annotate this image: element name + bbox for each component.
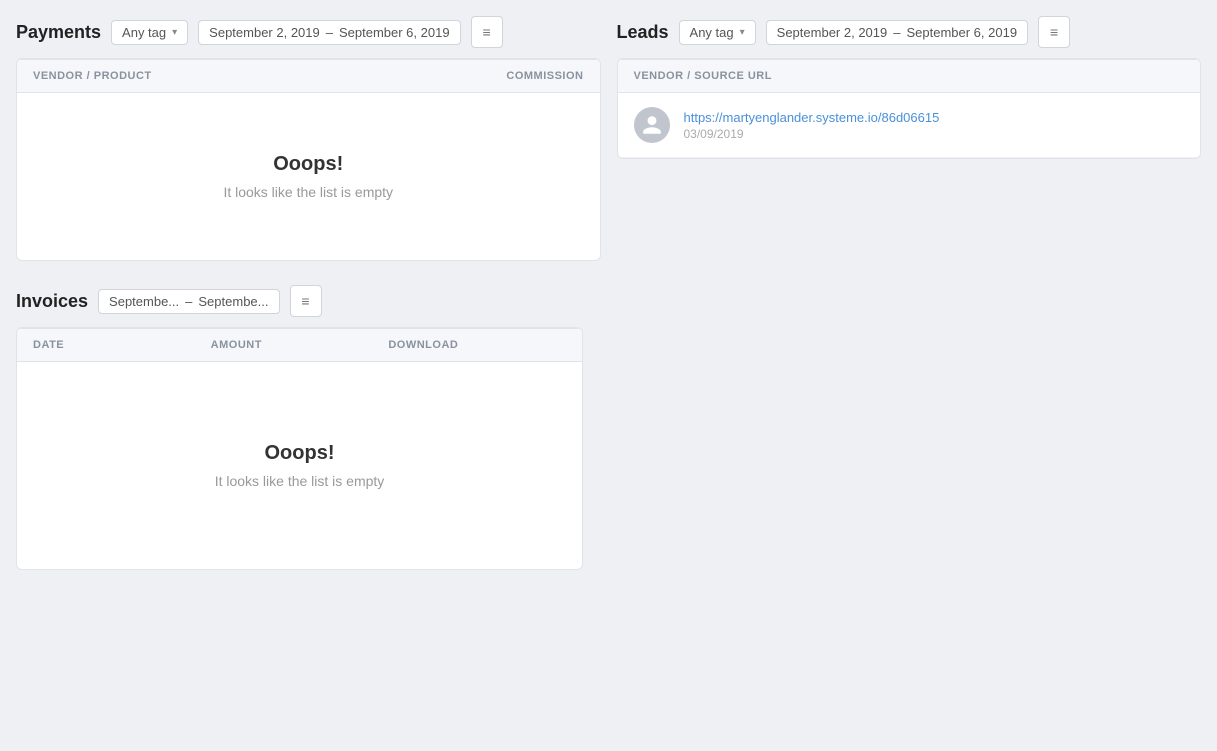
leads-filter-button[interactable]: ≡ — [1038, 16, 1070, 48]
lead-date: 03/09/2019 — [684, 127, 1185, 141]
leads-tag-selector[interactable]: Any tag ▾ — [679, 20, 756, 45]
invoices-date-start: Septembe... — [109, 294, 179, 309]
lead-url[interactable]: https://martyenglander.systeme.io/86d066… — [684, 110, 1185, 125]
invoices-title: Invoices — [16, 291, 88, 312]
lead-list-item: https://martyenglander.systeme.io/86d066… — [618, 93, 1201, 158]
payments-filter-button[interactable]: ≡ — [471, 16, 503, 48]
leads-title: Leads — [617, 22, 669, 43]
invoices-col-download: DOWNLOAD — [388, 339, 566, 351]
leads-date-end: September 6, 2019 — [906, 25, 1017, 40]
payments-tag-selector[interactable]: Any tag ▾ — [111, 20, 188, 45]
invoices-date-end: Septembe... — [198, 294, 268, 309]
user-icon — [641, 114, 663, 136]
payments-empty-subtitle: It looks like the list is empty — [223, 184, 393, 200]
leads-table-header: VENDOR / SOURCE URL — [618, 59, 1201, 93]
invoices-filter-button[interactable]: ≡ — [290, 285, 322, 317]
lead-info: https://martyenglander.systeme.io/86d066… — [684, 110, 1185, 141]
invoices-section-header: Invoices Septembe... – Septembe... ≡ — [16, 285, 583, 327]
invoices-panel: DATE AMOUNT DOWNLOAD Ooops! It looks lik… — [16, 327, 583, 570]
leads-tag-label: Any tag — [690, 25, 734, 40]
invoices-empty-subtitle: It looks like the list is empty — [215, 473, 385, 489]
invoices-date-separator: – — [185, 294, 192, 309]
filter-icon: ≡ — [301, 293, 309, 309]
payments-panel: VENDOR / PRODUCT COMMISSION Ooops! It lo… — [16, 58, 601, 261]
payments-date-separator: – — [326, 25, 333, 40]
filter-icon: ≡ — [1050, 24, 1058, 40]
invoices-date-range[interactable]: Septembe... – Septembe... — [98, 289, 279, 314]
invoices-col-amount: AMOUNT — [211, 339, 389, 351]
leads-col-vendor-source: VENDOR / SOURCE URL — [634, 70, 1185, 82]
invoices-col-date: DATE — [33, 339, 211, 351]
payments-empty-title: Ooops! — [273, 153, 343, 176]
payments-date-range[interactable]: September 2, 2019 – September 6, 2019 — [198, 20, 460, 45]
leads-date-separator: – — [893, 25, 900, 40]
payments-date-start: September 2, 2019 — [209, 25, 320, 40]
avatar — [634, 107, 670, 143]
payments-title: Payments — [16, 22, 101, 43]
leads-date-start: September 2, 2019 — [777, 25, 888, 40]
payments-col-vendor: VENDOR / PRODUCT — [33, 70, 400, 82]
chevron-down-icon: ▾ — [740, 27, 745, 38]
invoices-table-header: DATE AMOUNT DOWNLOAD — [17, 328, 582, 362]
invoices-empty-title: Ooops! — [265, 442, 335, 465]
payments-table-header: VENDOR / PRODUCT COMMISSION — [17, 59, 600, 93]
payments-col-commission: COMMISSION — [400, 70, 584, 82]
payments-empty-state: Ooops! It looks like the list is empty — [17, 93, 600, 260]
leads-panel: VENDOR / SOURCE URL https://martyengland… — [617, 58, 1202, 159]
payments-tag-label: Any tag — [122, 25, 166, 40]
invoices-empty-state: Ooops! It looks like the list is empty — [17, 362, 582, 569]
chevron-down-icon: ▾ — [172, 27, 177, 38]
filter-icon: ≡ — [482, 24, 490, 40]
payments-date-end: September 6, 2019 — [339, 25, 450, 40]
leads-date-range[interactable]: September 2, 2019 – September 6, 2019 — [766, 20, 1028, 45]
